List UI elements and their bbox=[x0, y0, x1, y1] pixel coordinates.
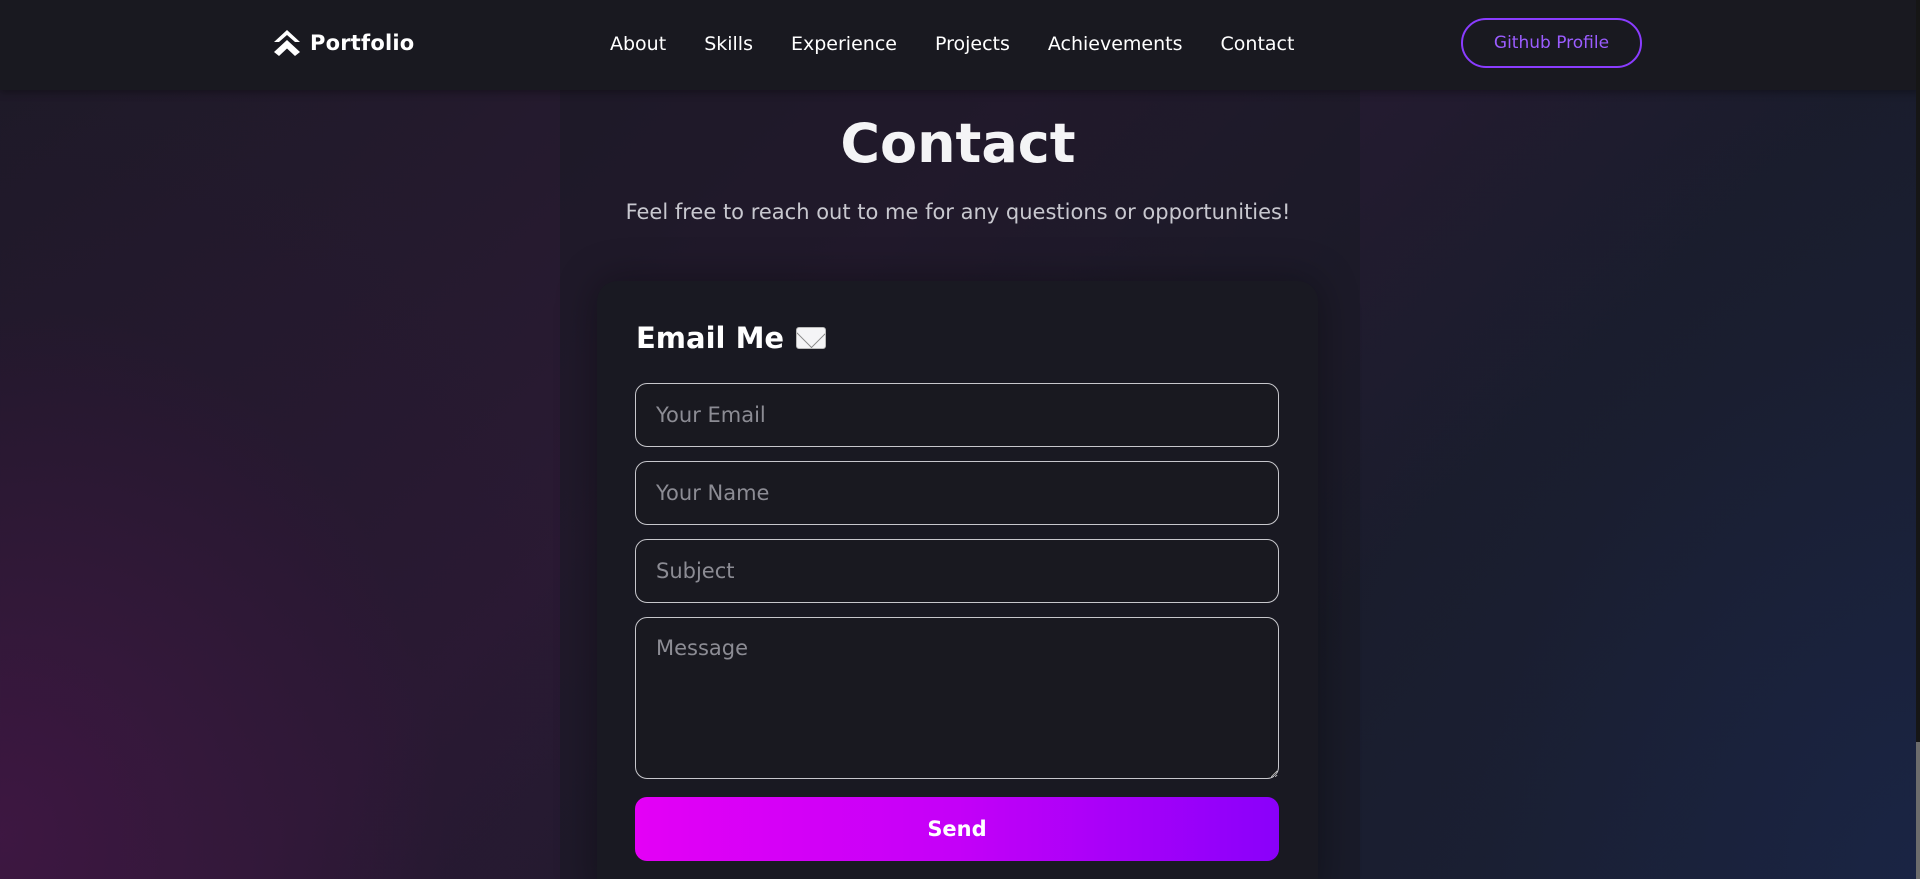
nav-links: About Skills Experience Projects Achieve… bbox=[610, 30, 1294, 58]
nav-link-skills[interactable]: Skills bbox=[704, 33, 753, 55]
github-profile-button[interactable]: Github Profile bbox=[1461, 18, 1642, 68]
message-field[interactable] bbox=[635, 617, 1279, 779]
double-chevron-up-icon bbox=[274, 30, 300, 56]
page-title: Contact bbox=[840, 112, 1076, 175]
subject-field[interactable] bbox=[635, 539, 1279, 603]
form-title: Email Me bbox=[636, 321, 827, 355]
nav-link-projects[interactable]: Projects bbox=[935, 33, 1010, 55]
scrollbar-thumb[interactable] bbox=[1916, 742, 1920, 879]
send-button[interactable]: Send bbox=[635, 797, 1279, 861]
brand-name: Portfolio bbox=[310, 31, 415, 55]
page-scrollbar[interactable] bbox=[1916, 0, 1920, 879]
nav-link-achievements[interactable]: Achievements bbox=[1048, 33, 1183, 55]
nav-link-about[interactable]: About bbox=[610, 33, 666, 55]
nav-link-contact[interactable]: Contact bbox=[1221, 33, 1295, 55]
page-subtitle: Feel free to reach out to me for any que… bbox=[625, 200, 1291, 224]
contact-form-card: Email Me Send bbox=[597, 281, 1318, 879]
name-field[interactable] bbox=[635, 461, 1279, 525]
brand-logo[interactable]: Portfolio bbox=[272, 26, 414, 60]
nav-link-experience[interactable]: Experience bbox=[791, 33, 897, 55]
form-title-text: Email Me bbox=[636, 321, 785, 355]
navbar: Portfolio About Skills Experience Projec… bbox=[0, 0, 1920, 90]
email-field[interactable] bbox=[635, 383, 1279, 447]
envelope-icon bbox=[796, 327, 827, 349]
